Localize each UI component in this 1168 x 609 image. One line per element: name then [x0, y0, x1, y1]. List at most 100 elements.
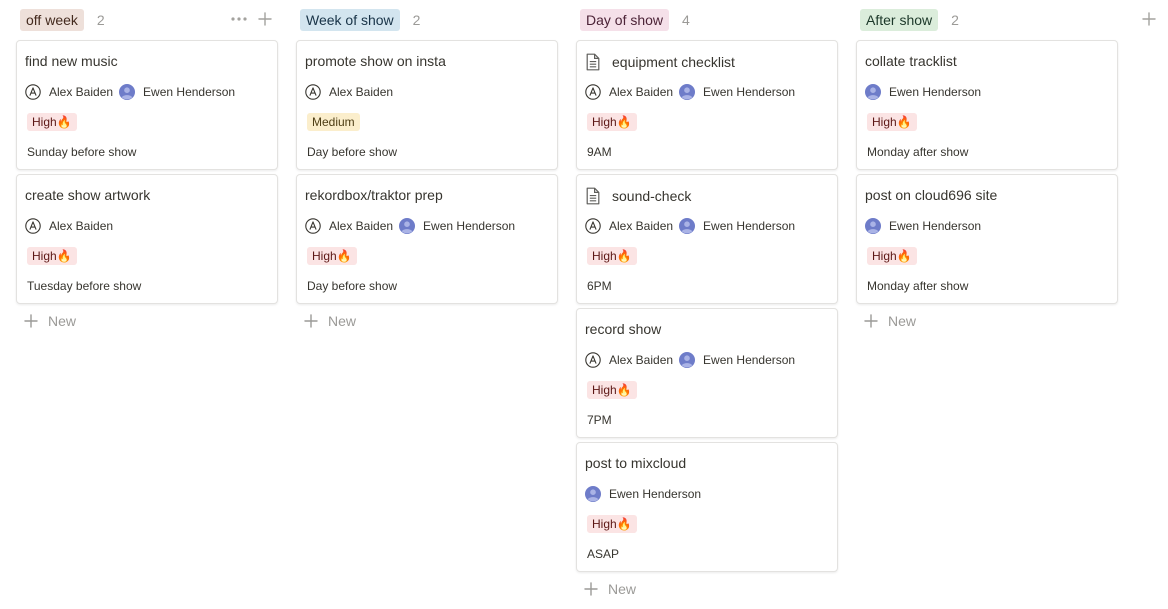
assignees: Ewen Henderson	[585, 486, 707, 502]
assignees: Ewen Henderson	[865, 84, 987, 100]
task-card[interactable]: sound-check Alex Baiden Ewen Henderson High…	[576, 174, 838, 304]
new-card-button[interactable]: New	[16, 306, 278, 336]
card-list: collate tracklist Ewen Henderson High🔥 Mond…	[856, 40, 1118, 310]
avatar-icon	[399, 218, 416, 234]
due-date: Day before show	[307, 279, 398, 293]
priority-badge: High🔥	[587, 113, 637, 131]
due-date: 7PM	[587, 413, 612, 427]
person-initial-icon	[585, 352, 601, 368]
assignees: Alex Baiden Ewen Henderson	[585, 218, 801, 234]
plus-icon	[304, 314, 318, 328]
group-count: 2	[951, 12, 959, 28]
card-title: collate tracklist	[865, 53, 957, 69]
column-header: Week of show 2	[296, 0, 558, 40]
new-card-button[interactable]: New	[856, 306, 1118, 336]
board-column: Day of show 4 equipment checklist Alex Baid…	[576, 0, 838, 604]
group-title[interactable]: Day of show	[580, 9, 670, 31]
plus-icon	[24, 314, 38, 328]
avatar-icon	[679, 352, 696, 368]
add-card-icon[interactable]	[256, 9, 274, 29]
new-card-label: New	[888, 313, 917, 329]
card-title: rekordbox/traktor prep	[305, 187, 443, 203]
card-title: sound-check	[585, 187, 691, 205]
card-title-text: sound-check	[612, 188, 692, 204]
new-card-label: New	[48, 313, 77, 329]
task-card[interactable]: create show artwork Alex Baiden High🔥 Tuesd…	[16, 174, 278, 304]
assignee: Alex Baiden	[25, 218, 113, 234]
assignee: Alex Baiden	[305, 84, 393, 100]
task-card[interactable]: rekordbox/traktor prep Alex Baiden Ewen He…	[296, 174, 558, 304]
assignee-name: Ewen Henderson	[143, 85, 236, 99]
task-card[interactable]: record show Alex Baiden Ewen Henderson High…	[576, 308, 838, 438]
task-card[interactable]: post on cloud696 site Ewen Henderson High🔥…	[856, 174, 1118, 304]
due-date: Monday after show	[867, 145, 969, 159]
assignees: Alex Baiden Ewen Henderson	[305, 218, 521, 234]
priority-badge: High🔥	[587, 247, 637, 265]
due-date: Day before show	[307, 145, 398, 159]
group-title[interactable]: off week	[20, 9, 84, 31]
task-card[interactable]: find new music Alex Baiden Ewen Henderson H…	[16, 40, 278, 170]
group-title[interactable]: Week of show	[300, 9, 400, 31]
new-card-button[interactable]: New	[296, 306, 558, 336]
assignee-name: Ewen Henderson	[703, 219, 796, 233]
assignee: Alex Baiden	[585, 218, 673, 234]
card-title-text: post on cloud696 site	[865, 187, 998, 203]
assignee: Ewen Henderson	[585, 486, 701, 502]
task-card[interactable]: collate tracklist Ewen Henderson High🔥 Mond…	[856, 40, 1118, 170]
new-card-button[interactable]: New	[576, 574, 838, 604]
document-icon	[586, 187, 602, 205]
task-card[interactable]: equipment checklist Alex Baiden Ewen Hende…	[576, 40, 838, 170]
due-date: Monday after show	[867, 279, 969, 293]
avatar-icon	[679, 218, 696, 234]
person-initial-icon	[305, 84, 321, 100]
assignee-name: Ewen Henderson	[703, 85, 796, 99]
priority-badge: High🔥	[27, 247, 77, 265]
assignee-name: Ewen Henderson	[703, 353, 796, 367]
add-group-button[interactable]	[1140, 10, 1158, 28]
card-title: equipment checklist	[585, 53, 735, 71]
task-card[interactable]: post to mixcloud Ewen Henderson High🔥 ASAP	[576, 442, 838, 572]
due-date: 6PM	[587, 279, 612, 293]
assignee: Ewen Henderson	[865, 218, 981, 234]
avatar-icon	[585, 486, 601, 502]
due-date: Sunday before show	[27, 145, 137, 159]
assignee: Alex Baiden	[585, 352, 673, 368]
assignee-name: Alex Baiden	[609, 219, 674, 233]
assignee: Alex Baiden	[305, 218, 393, 234]
assignee-name: Alex Baiden	[49, 219, 114, 233]
column-header: Day of show 4	[576, 0, 838, 40]
card-title-text: rekordbox/traktor prep	[305, 187, 443, 203]
assignees: Ewen Henderson	[865, 218, 987, 234]
task-card[interactable]: promote show on insta Alex Baiden Medium Da…	[296, 40, 558, 170]
card-title: promote show on insta	[305, 53, 446, 69]
column-header: After show 2	[856, 0, 1118, 40]
assignee-name: Ewen Henderson	[889, 219, 982, 233]
person-initial-icon	[25, 218, 41, 234]
group-count: 4	[682, 12, 690, 28]
person-initial-icon	[305, 218, 321, 234]
board-column: off week 2 find new music Alex Baiden Ewen H…	[16, 0, 278, 336]
assignees: Alex Baiden Ewen Henderson	[585, 84, 801, 100]
assignees: Alex Baiden	[305, 84, 399, 100]
priority-badge: High🔥	[587, 381, 637, 399]
plus-icon	[1142, 12, 1156, 26]
assignee-name: Alex Baiden	[49, 85, 114, 99]
plus-icon	[864, 314, 878, 328]
more-options-icon[interactable]	[230, 9, 248, 29]
person-initial-icon	[585, 218, 601, 234]
assignee: Alex Baiden	[585, 84, 673, 100]
card-title: post on cloud696 site	[865, 187, 997, 203]
card-title-text: create show artwork	[25, 187, 151, 203]
priority-badge: High🔥	[867, 247, 917, 265]
avatar-icon	[679, 84, 696, 100]
assignee-name: Ewen Henderson	[423, 219, 516, 233]
assignee: Ewen Henderson	[679, 84, 795, 100]
assignee-name: Alex Baiden	[329, 219, 394, 233]
priority-badge: High🔥	[307, 247, 357, 265]
group-title[interactable]: After show	[860, 9, 939, 31]
card-title-text: promote show on insta	[305, 53, 446, 69]
column-actions	[230, 9, 274, 29]
assignees: Alex Baiden Ewen Henderson	[25, 84, 241, 100]
assignees: Alex Baiden Ewen Henderson	[585, 352, 801, 368]
person-initial-icon	[585, 84, 601, 100]
